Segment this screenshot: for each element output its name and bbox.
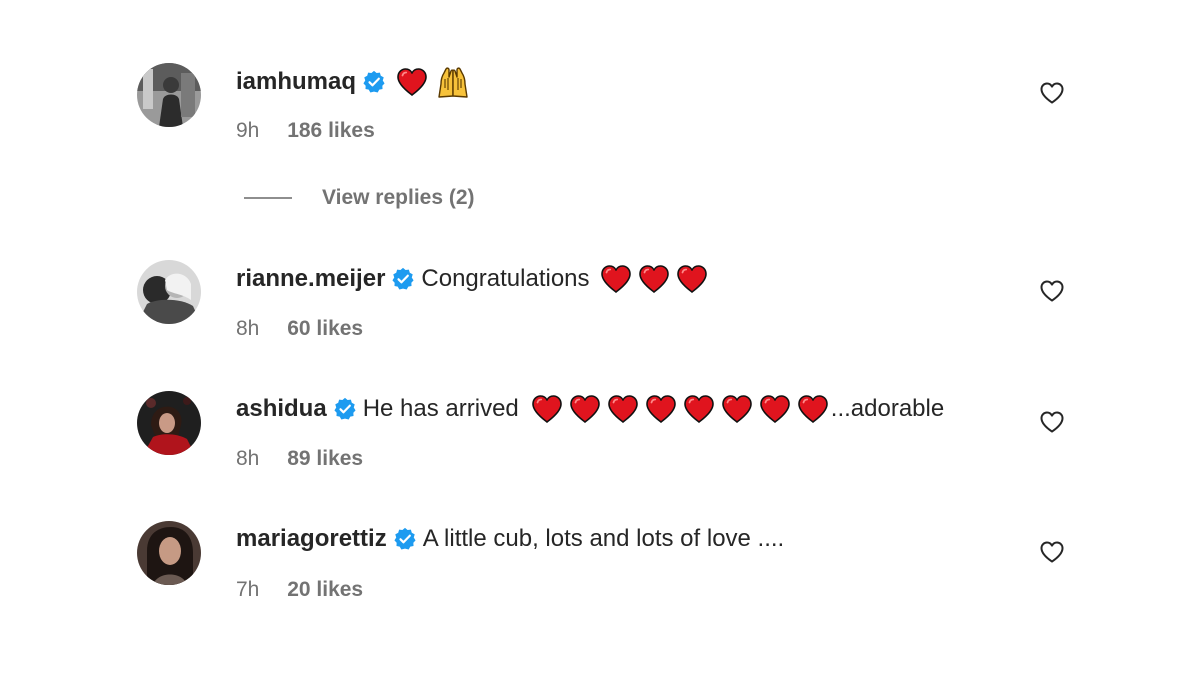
comment-text-suffix: ...adorable xyxy=(830,395,945,422)
red-heart-emoji xyxy=(759,394,791,424)
red-heart-emoji xyxy=(676,264,708,294)
comment-text: He has arrived xyxy=(362,395,519,422)
timestamp[interactable]: 7h xyxy=(236,578,259,601)
avatar[interactable] xyxy=(137,63,201,127)
heart-outline-icon[interactable] xyxy=(1039,540,1065,564)
comment-meta: 9h 186 likes xyxy=(236,119,375,143)
verified-badge-icon xyxy=(362,70,386,94)
red-heart-emoji xyxy=(600,264,632,294)
like-count[interactable]: 186 likes xyxy=(287,119,375,142)
comment-text: Congratulations xyxy=(421,265,590,292)
heart-outline-icon[interactable] xyxy=(1039,410,1065,434)
heart-outline-icon[interactable] xyxy=(1039,81,1065,105)
red-heart-emoji xyxy=(721,394,753,424)
view-replies-label: View replies (2) xyxy=(322,186,475,209)
avatar-image xyxy=(137,260,201,324)
comment-line: ashidua He has arrived ...adorable xyxy=(236,394,944,424)
comment-line: mariagorettiz A little cub, lots and lot… xyxy=(236,525,784,553)
red-heart-emoji xyxy=(797,394,829,424)
red-heart-emoji xyxy=(683,394,715,424)
comments-list: iamhumaq 9h 186 likes View replies (2) r… xyxy=(0,0,1200,675)
comment-meta: 8h 60 likes xyxy=(236,317,363,341)
comment-line: iamhumaq xyxy=(236,66,470,98)
verified-badge-icon xyxy=(393,527,417,551)
comment-meta: 7h 20 likes xyxy=(236,578,363,602)
view-replies-button[interactable]: View replies (2) xyxy=(244,186,475,210)
like-count[interactable]: 20 likes xyxy=(287,578,363,601)
emoji-group xyxy=(600,264,714,294)
raising-hands-emoji xyxy=(436,66,470,98)
username[interactable]: iamhumaq xyxy=(236,68,356,96)
username[interactable]: mariagorettiz xyxy=(236,525,387,553)
comment-line: rianne.meijer Congratulations xyxy=(236,264,714,294)
verified-badge-icon xyxy=(333,397,357,421)
red-heart-emoji xyxy=(645,394,677,424)
timestamp[interactable]: 8h xyxy=(236,317,259,340)
username[interactable]: ashidua xyxy=(236,395,327,423)
avatar-image xyxy=(137,391,201,455)
heart-outline-icon[interactable] xyxy=(1039,279,1065,303)
replies-divider xyxy=(244,197,292,199)
red-heart-emoji xyxy=(638,264,670,294)
like-count[interactable]: 60 likes xyxy=(287,317,363,340)
comment-text: A little cub, lots and lots of love .... xyxy=(422,525,785,552)
red-heart-emoji xyxy=(569,394,601,424)
timestamp[interactable]: 8h xyxy=(236,447,259,470)
avatar-image xyxy=(137,63,201,127)
red-heart-emoji xyxy=(531,394,563,424)
timestamp[interactable]: 9h xyxy=(236,119,259,142)
username[interactable]: rianne.meijer xyxy=(236,265,385,293)
avatar[interactable] xyxy=(137,391,201,455)
comment-meta: 8h 89 likes xyxy=(236,447,363,471)
avatar-image xyxy=(137,521,201,585)
emoji-group xyxy=(531,394,831,424)
red-heart-emoji xyxy=(607,394,639,424)
like-count[interactable]: 89 likes xyxy=(287,447,363,470)
verified-badge-icon xyxy=(391,267,415,291)
emoji-group xyxy=(396,66,470,98)
red-heart-emoji xyxy=(396,67,428,97)
avatar[interactable] xyxy=(137,260,201,324)
avatar[interactable] xyxy=(137,521,201,585)
